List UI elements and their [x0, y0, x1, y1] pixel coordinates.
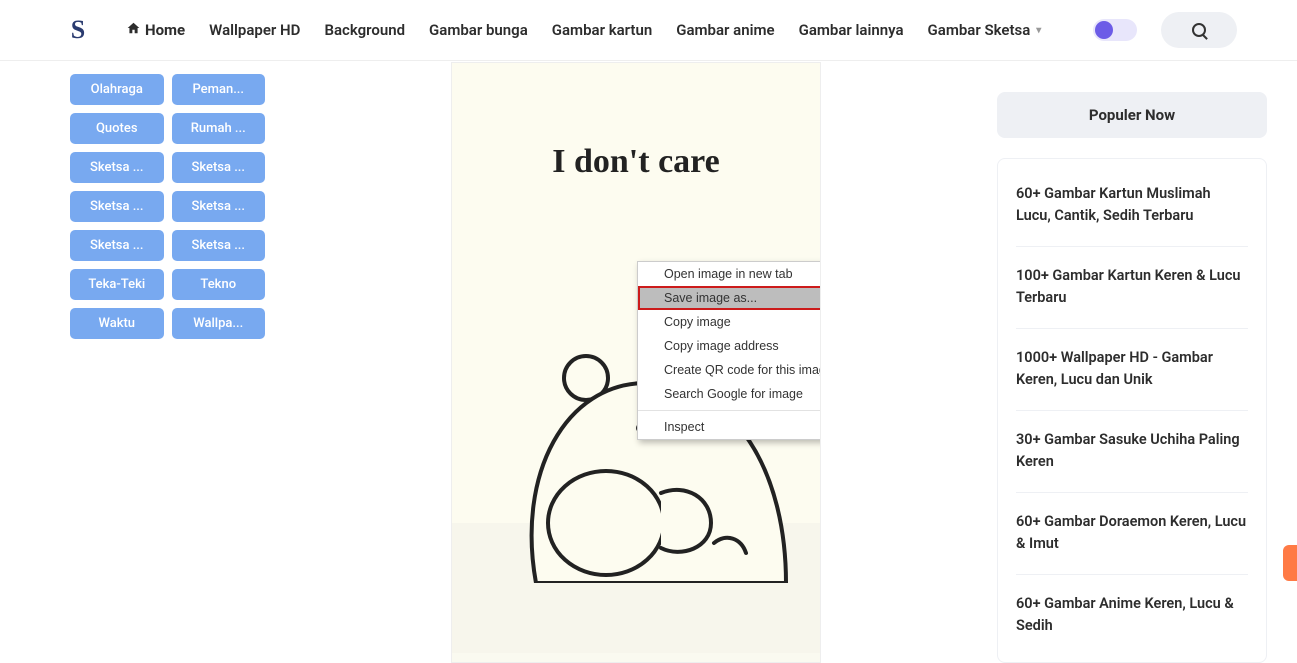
- tag-item[interactable]: Sketsa ...: [70, 152, 164, 183]
- ctx-create-qr[interactable]: Create QR code for this image: [638, 358, 821, 382]
- tag-item[interactable]: Sketsa ...: [172, 191, 266, 222]
- ctx-open-new-tab[interactable]: Open image in new tab: [638, 262, 821, 286]
- nav-gambar-bunga[interactable]: Gambar bunga: [429, 21, 528, 39]
- popular-list: 60+ Gambar Kartun Muslimah Lucu, Cantik,…: [997, 158, 1267, 663]
- page-body: Olahraga Peman... Quotes Rumah ... Skets…: [0, 0, 1297, 663]
- tag-item[interactable]: Sketsa ...: [172, 230, 266, 261]
- tag-item[interactable]: Waktu: [70, 308, 164, 339]
- ctx-inspect-label: Inspect: [664, 420, 704, 434]
- site-logo[interactable]: S: [60, 12, 96, 48]
- popular-item[interactable]: 30+ Gambar Sasuke Uchiha Paling Keren: [1016, 411, 1248, 493]
- nav-home[interactable]: Home: [126, 21, 185, 39]
- toggle-thumb: [1095, 21, 1113, 39]
- main-nav: Home Wallpaper HD Background Gambar bung…: [126, 21, 1093, 39]
- popular-item[interactable]: 60+ Gambar Doraemon Keren, Lucu & Imut: [1016, 493, 1248, 575]
- popular-item[interactable]: 60+ Gambar Kartun Muslimah Lucu, Cantik,…: [1016, 165, 1248, 247]
- tag-item[interactable]: Olahraga: [70, 74, 164, 105]
- popular-item[interactable]: 1000+ Wallpaper HD - Gambar Keren, Lucu …: [1016, 329, 1248, 411]
- site-header: S Home Wallpaper HD Background Gambar bu…: [0, 0, 1297, 61]
- ctx-copy-image-address[interactable]: Copy image address: [638, 334, 821, 358]
- nav-label: Home: [145, 21, 185, 39]
- nav-label: Gambar Sketsa: [928, 21, 1031, 39]
- nav-wallpaper-hd[interactable]: Wallpaper HD: [209, 21, 300, 39]
- image-caption-text: I don't care: [452, 143, 820, 181]
- scroll-top-button[interactable]: [1283, 545, 1297, 581]
- nav-gambar-kartun[interactable]: Gambar kartun: [552, 21, 652, 39]
- tag-item[interactable]: Sketsa ...: [172, 152, 266, 183]
- image-frame: I don't care Open image in new tab Save …: [451, 62, 821, 663]
- ctx-separator: [638, 410, 821, 411]
- header-right: [1093, 12, 1237, 48]
- nav-gambar-sketsa[interactable]: Gambar Sketsa ▾: [928, 21, 1042, 39]
- tag-sidebar: Olahraga Peman... Quotes Rumah ... Skets…: [0, 62, 295, 663]
- nav-gambar-anime[interactable]: Gambar anime: [676, 21, 774, 39]
- theme-toggle[interactable]: [1093, 19, 1137, 41]
- tag-grid: Olahraga Peman... Quotes Rumah ... Skets…: [70, 74, 265, 339]
- nav-background[interactable]: Background: [324, 21, 405, 39]
- main-content: I don't care Open image in new tab Save …: [295, 62, 977, 663]
- tag-item[interactable]: Peman...: [172, 74, 266, 105]
- chevron-down-icon: ▾: [1036, 25, 1041, 36]
- tag-item[interactable]: Tekno: [172, 269, 266, 300]
- right-sidebar: Populer Now 60+ Gambar Kartun Muslimah L…: [977, 62, 1297, 663]
- ctx-search-google[interactable]: Search Google for image: [638, 382, 821, 406]
- tag-item[interactable]: Wallpa...: [172, 308, 266, 339]
- context-menu: Open image in new tab Save image as... C…: [637, 261, 821, 440]
- tag-item[interactable]: Quotes: [70, 113, 164, 144]
- tag-item[interactable]: Sketsa ...: [70, 191, 164, 222]
- popular-title: Populer Now: [997, 92, 1267, 138]
- popular-item[interactable]: 60+ Gambar Anime Keren, Lucu & Sedih: [1016, 575, 1248, 656]
- home-icon: [126, 21, 141, 39]
- tag-item[interactable]: Rumah ...: [172, 113, 266, 144]
- ctx-inspect[interactable]: Inspect Ctrl+Shift+I: [638, 415, 821, 439]
- search-icon: [1192, 23, 1206, 37]
- nav-gambar-lainnya[interactable]: Gambar lainnya: [799, 21, 904, 39]
- tag-item[interactable]: Teka-Teki: [70, 269, 164, 300]
- tag-item[interactable]: Sketsa ...: [70, 230, 164, 261]
- popular-item[interactable]: 100+ Gambar Kartun Keren & Lucu Terbaru: [1016, 247, 1248, 329]
- ctx-save-image-as[interactable]: Save image as...: [638, 286, 821, 310]
- search-button[interactable]: [1161, 12, 1237, 48]
- ctx-copy-image[interactable]: Copy image: [638, 310, 821, 334]
